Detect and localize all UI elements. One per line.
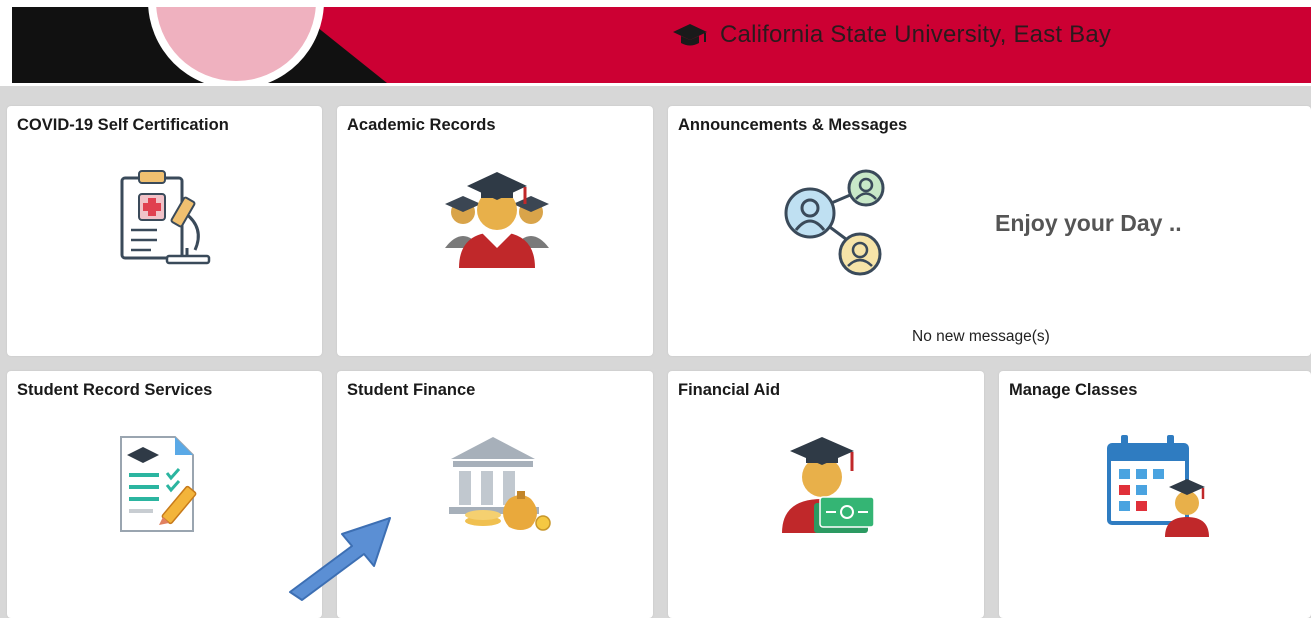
- greeting-text: Enjoy your Day ..: [995, 210, 1182, 236]
- message-status: No new message(s): [912, 328, 1050, 345]
- graduates-icon: [445, 172, 549, 268]
- banner-decoration: [12, 7, 387, 83]
- tile-title: Student Finance: [347, 381, 476, 399]
- bank-money-icon: [449, 437, 551, 531]
- tile-title: COVID-19 Self Certification: [17, 116, 229, 134]
- tile-title: Manage Classes: [1009, 381, 1138, 399]
- tile-financial-aid[interactable]: Financial Aid: [668, 371, 984, 618]
- graduate-money-icon: [782, 437, 875, 533]
- tile-title: Student Record Services: [17, 381, 213, 399]
- people-network-icon: [784, 169, 885, 276]
- homepage-tile-grid: COVID-19 Self Certification Academic Rec…: [0, 86, 1311, 618]
- tile-title: Financial Aid: [678, 381, 781, 399]
- header-banner: California State University, East Bay: [12, 7, 1311, 83]
- clipboard-microscope-icon: [120, 170, 211, 265]
- tile-manage-classes[interactable]: Manage Classes: [999, 371, 1311, 618]
- tile-academic-records[interactable]: Academic Records: [337, 106, 653, 356]
- document-checklist-icon: [120, 436, 197, 532]
- university-name: California State University, East Bay: [720, 21, 1112, 48]
- tile-title: Academic Records: [347, 116, 496, 134]
- tile-covid-self-certification[interactable]: COVID-19 Self Certification: [7, 106, 322, 356]
- tile-announcements-messages[interactable]: Announcements & Messages Enjoy your Day …: [668, 106, 1311, 356]
- banner-title: California State University, East Bay: [672, 21, 1111, 49]
- graduation-cap-icon: [673, 24, 707, 46]
- calendar-graduate-icon: [1107, 435, 1209, 537]
- tile-title: Announcements & Messages: [678, 116, 908, 134]
- blue-arrow-icon: [289, 517, 391, 601]
- tile-student-record-services[interactable]: Student Record Services: [7, 371, 322, 618]
